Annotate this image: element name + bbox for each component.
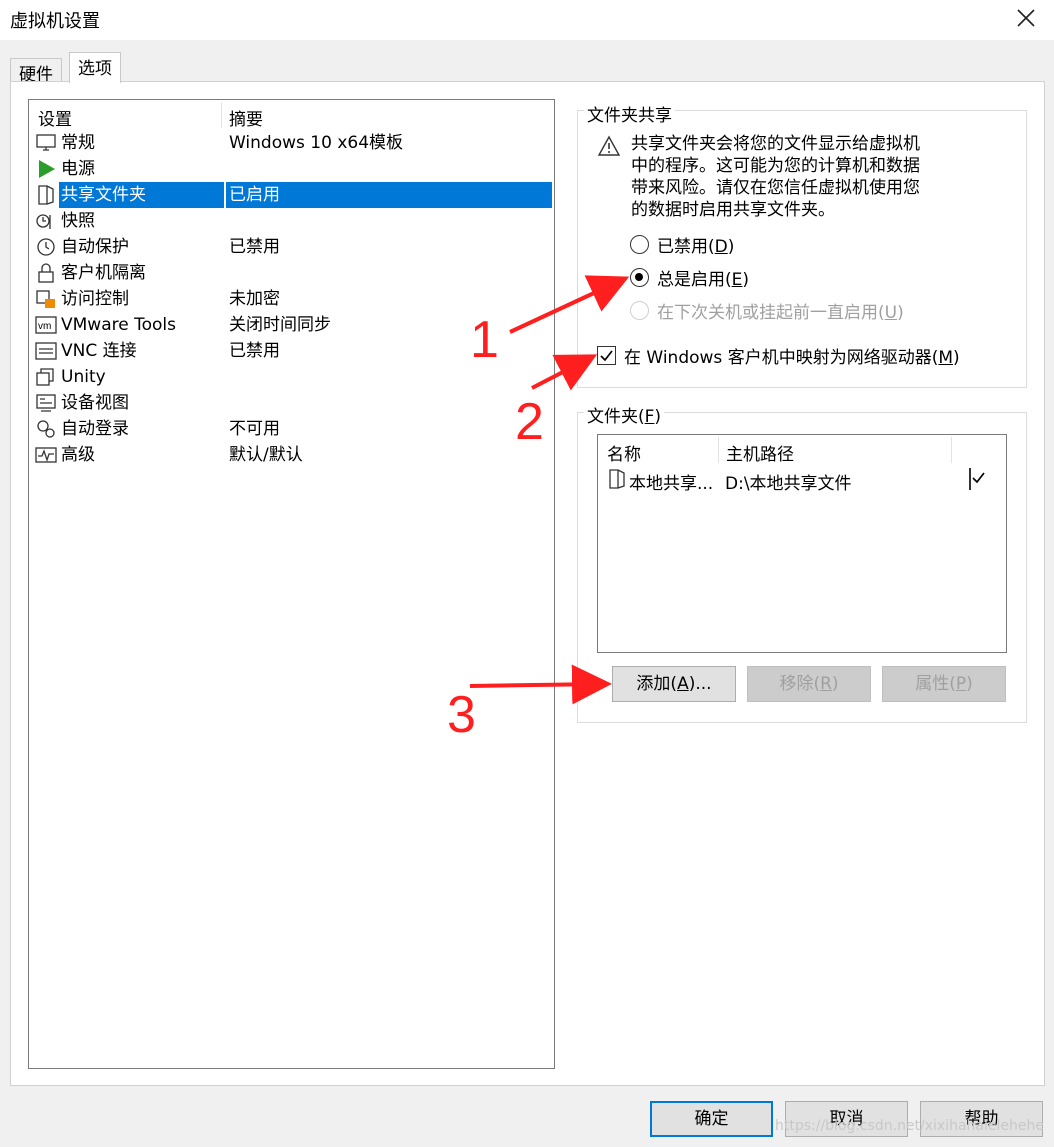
arrow-1 xyxy=(509,275,630,334)
annotation-label-2: 2 xyxy=(515,393,544,451)
annotation-label-1: 1 xyxy=(470,311,499,369)
arrow-3 xyxy=(469,664,612,705)
tab-options[interactable]: 选项 xyxy=(69,52,121,83)
annotation-arrows xyxy=(469,275,630,705)
watermark: https://blog.csdn.net/xixihahalelehehe xyxy=(775,1118,1044,1134)
arrow-2 xyxy=(531,354,598,391)
annotation-label-3: 3 xyxy=(447,686,476,744)
